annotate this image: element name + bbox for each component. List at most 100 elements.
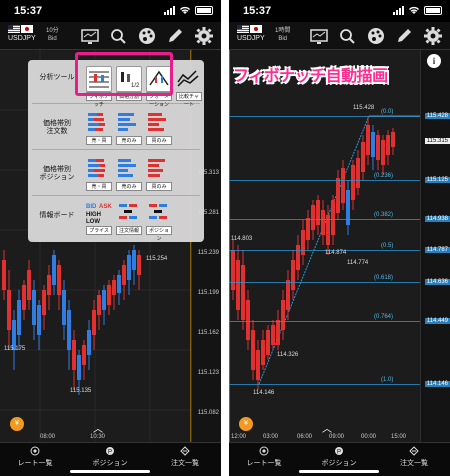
pencil-icon[interactable] <box>394 26 414 46</box>
fib-line-1000 <box>229 384 420 385</box>
nav-label: レート一覧 <box>17 460 53 467</box>
nav-order-list[interactable]: 注文一覧 <box>379 446 449 468</box>
fib-level-label: (1.0) <box>381 377 394 383</box>
fib-level-label: (0.236) <box>374 173 394 179</box>
nav-position[interactable]: P ポジション <box>304 446 374 468</box>
palette-icon[interactable] <box>137 26 157 46</box>
nav-rate-list[interactable]: レート一覧 <box>0 446 70 468</box>
gear-icon[interactable] <box>423 26 443 46</box>
chevron-up-icon[interactable]: ︿ <box>322 420 332 435</box>
home-indicator[interactable] <box>299 470 379 473</box>
palette-icon[interactable] <box>366 26 386 46</box>
position-sell-icon <box>118 159 136 177</box>
price-board-icon: BID ASK HIGHLOW <box>86 204 112 225</box>
search-analysis-icon[interactable] <box>108 26 128 46</box>
fib-price-tag: 115.428 <box>424 113 450 119</box>
position-sell-button[interactable] <box>116 156 142 182</box>
position-icon: P <box>106 447 114 456</box>
price-annotation: 115.175 <box>4 346 26 352</box>
pencil-icon[interactable] <box>165 26 185 46</box>
rate-icon <box>259 446 269 456</box>
price-board-button-label[interactable]: プライス <box>86 226 112 235</box>
price-annotation: 115.428 <box>353 105 375 111</box>
fibonacci-auto-draw-banner: フィボナッチ自動描画 <box>233 66 388 85</box>
compare-chart-button[interactable] <box>176 66 202 92</box>
nav-label: レート一覧 <box>246 460 282 467</box>
wifi-icon <box>180 6 190 14</box>
status-time: 15:37 <box>14 5 43 17</box>
phone-left: 15:37 USDJPY 10分 Bid 115.313 115.281 115… <box>0 0 221 476</box>
yen-icon[interactable]: ¥ <box>10 417 24 431</box>
price-chart-fibonacci[interactable]: (0.0) (0.236) (0.382) (0.5) (0.618) (0.7… <box>229 50 450 442</box>
status-bar: 15:37 <box>229 0 450 22</box>
x-label: 06:00 <box>297 434 313 440</box>
svg-text:HIGH: HIGH <box>86 212 101 218</box>
price-annotation: 114.874 <box>325 250 347 256</box>
search-analysis-icon[interactable] <box>337 26 357 46</box>
bid-label: Bid <box>278 36 287 42</box>
chart-type-icon[interactable] <box>309 26 329 46</box>
status-time: 15:37 <box>243 5 272 17</box>
status-icons <box>164 6 213 15</box>
period-selector[interactable]: 1時間 Bid <box>275 27 290 43</box>
chart-type-icon[interactable] <box>80 26 100 46</box>
currency-pair[interactable]: USDJPY <box>237 25 265 43</box>
gear-icon[interactable] <box>194 26 214 46</box>
order-info-button-label[interactable]: 注文情報 <box>116 226 142 235</box>
order-buy-button-label[interactable]: 買のみ <box>146 136 172 145</box>
order-info-button[interactable] <box>116 200 142 226</box>
nav-rate-list[interactable]: レート一覧 <box>229 446 299 468</box>
yen-icon[interactable]: ¥ <box>239 417 253 431</box>
battery-icon <box>195 6 213 15</box>
position-both-button-label[interactable]: 売・買 <box>86 182 112 191</box>
bid-label: Bid <box>48 36 57 42</box>
menu-row-label: 情報ボード <box>39 212 75 219</box>
order-buy-button[interactable] <box>146 110 172 136</box>
fibonacci-highlight-box <box>75 52 173 96</box>
y-axis: 115.428 115.315 115.125 114.938 114.787 … <box>420 50 450 442</box>
info-icon[interactable]: i <box>427 54 441 68</box>
nav-label: 注文一覧 <box>171 460 199 467</box>
period-label: 1時間 <box>275 28 291 34</box>
period-selector[interactable]: 10分 Bid <box>46 27 59 43</box>
nav-label: ポジション <box>92 460 128 467</box>
order-sell-button-label[interactable]: 売のみ <box>116 136 142 145</box>
fib-line-618 <box>229 282 420 283</box>
order-info-icon <box>119 204 137 219</box>
fib-line-236 <box>229 180 420 181</box>
order-icon <box>409 446 419 456</box>
order-both-button[interactable] <box>86 110 112 136</box>
order-sell-button[interactable] <box>116 110 142 136</box>
x-label: 08:00 <box>40 434 56 440</box>
position-info-button[interactable] <box>146 200 172 226</box>
svg-text:LOW: LOW <box>86 219 100 225</box>
period-label: 10分 <box>46 28 59 34</box>
order-both-button-label[interactable]: 売・買 <box>86 136 112 145</box>
fib-line-382 <box>229 219 420 220</box>
price-board-button[interactable]: BID ASK HIGH LOW <box>86 200 112 226</box>
svg-text:P: P <box>337 450 341 456</box>
current-price-tag: 115.315 <box>424 138 450 144</box>
svg-text:ASK: ASK <box>99 204 112 210</box>
x-label: 12:00 <box>231 434 247 440</box>
signal-icon <box>393 6 404 15</box>
position-buy-button-label[interactable]: 買のみ <box>146 182 172 191</box>
y-label: 115.239 <box>197 250 219 256</box>
position-both-button[interactable] <box>86 156 112 182</box>
bottom-nav: レート一覧 P ポジション 注文一覧 <box>0 442 221 476</box>
currency-pair[interactable]: USDJPY <box>8 25 36 43</box>
chevron-up-icon[interactable]: ︿ <box>93 420 103 435</box>
chart-toolbar: USDJPY 1時間 Bid <box>229 22 450 50</box>
order-sell-icon <box>118 113 136 131</box>
wifi-icon <box>409 6 419 14</box>
position-buy-icon <box>148 159 165 177</box>
position-info-button-label[interactable]: ポジション <box>146 226 172 242</box>
fib-line-0 <box>229 116 420 117</box>
x-label: 00:00 <box>361 434 377 440</box>
position-sell-button-label[interactable]: 売のみ <box>116 182 142 191</box>
nav-order-list[interactable]: 注文一覧 <box>150 446 220 468</box>
compare-chart-button-label[interactable]: 比較チャート <box>176 92 202 108</box>
home-indicator[interactable] <box>70 470 150 473</box>
position-buy-button[interactable] <box>146 156 172 182</box>
nav-position[interactable]: P ポジション <box>75 446 145 468</box>
